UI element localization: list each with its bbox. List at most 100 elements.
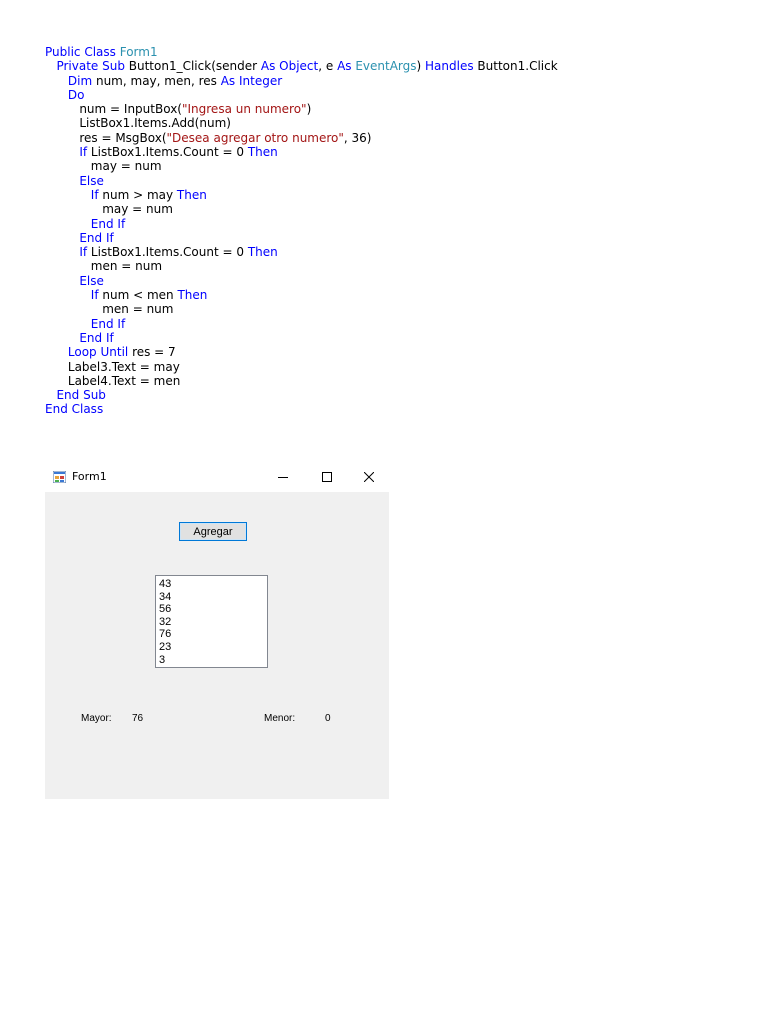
code-token: num = InputBox( — [45, 102, 182, 117]
minimize-button[interactable] — [263, 462, 303, 492]
code-token: , e — [318, 59, 338, 74]
list-item[interactable]: 32 — [159, 616, 267, 629]
code-token: Public Class — [45, 45, 120, 59]
code-line: End If — [45, 317, 558, 331]
code-line: End If — [45, 217, 558, 231]
code-token: If — [90, 288, 103, 303]
code-line: men = num — [45, 259, 558, 273]
list-item[interactable]: 56 — [159, 603, 267, 616]
menor-label: Menor: — [264, 713, 296, 724]
code-token: , 36) — [343, 130, 372, 145]
code-line: End Class — [45, 402, 558, 416]
code-line: men = num — [45, 302, 558, 316]
code-token: men = num — [45, 259, 163, 274]
code-token: If — [90, 187, 103, 202]
maximize-icon — [322, 472, 332, 482]
code-line: End If — [45, 331, 558, 345]
code-token: ListBox1.Items.Add(num) — [45, 116, 231, 131]
code-token: Loop Until — [67, 345, 133, 360]
list-item[interactable]: 76 — [159, 628, 267, 641]
code-token: Button1.Click — [477, 59, 558, 74]
code-token: End If — [90, 316, 126, 331]
code-line: Public Class Form1 — [45, 45, 558, 59]
code-token: num > may — [102, 187, 177, 202]
menor-value: 0 — [325, 713, 331, 724]
code-line: Do — [45, 88, 558, 102]
code-token: ListBox1.Items.Count = 0 — [90, 145, 248, 160]
code-token: Handles — [425, 59, 478, 74]
code-line: Else — [45, 174, 558, 188]
code-line: If ListBox1.Items.Count = 0 Then — [45, 245, 558, 259]
code-token: may = num — [45, 159, 162, 174]
code-line: may = num — [45, 159, 558, 173]
code-line: End Sub — [45, 388, 558, 402]
code-token: Label4.Text = men — [45, 373, 181, 388]
code-line: Label3.Text = may — [45, 360, 558, 374]
code-line: Private Sub Button1_Click(sender As Obje… — [45, 59, 558, 74]
code-line: num = InputBox("Ingresa un numero") — [45, 102, 558, 116]
code-token: men = num — [45, 302, 174, 317]
code-line: End If — [45, 231, 558, 245]
minimize-icon — [278, 476, 288, 478]
numbers-listbox[interactable]: 43 34 56 32 76 23 3 — [155, 575, 268, 668]
code-token: Then — [247, 245, 278, 260]
code-token: res = MsgBox( — [45, 130, 167, 145]
code-token: End If — [79, 230, 114, 245]
list-item[interactable]: 34 — [159, 591, 267, 604]
window-title: Form1 — [72, 470, 107, 483]
code-line: If num > may Then — [45, 188, 558, 202]
code-token: Do — [67, 87, 85, 102]
code-line: Loop Until res = 7 — [45, 345, 558, 359]
code-line: If num < men Then — [45, 288, 558, 302]
close-icon — [364, 472, 374, 482]
code-line: may = num — [45, 202, 558, 216]
code-listing: Public Class Form1 Private Sub Button1_C… — [45, 45, 558, 417]
code-token: Label3.Text = may — [45, 359, 180, 374]
form-client-area: Agregar 43 34 56 32 76 23 3 Mayor: 76 Menor: 0 — [45, 492, 389, 799]
code-token: num, may, men, res — [95, 73, 221, 88]
code-token: num < men — [102, 288, 178, 303]
list-item[interactable]: 43 — [159, 578, 267, 591]
list-item[interactable]: 3 — [159, 654, 267, 667]
code-token: "Ingresa un numero" — [181, 102, 307, 117]
code-token: res = 7 — [132, 345, 176, 360]
code-token: Then — [247, 145, 278, 160]
code-token: Then — [177, 288, 208, 303]
code-line: ListBox1.Items.Add(num) — [45, 116, 558, 130]
code-token: ListBox1.Items.Count = 0 — [90, 245, 248, 260]
code-token: Dim — [67, 73, 96, 88]
code-token: EventArgs — [355, 59, 417, 74]
form-window: Form1 Agregar 43 34 56 32 76 23 3 Mayor: 76 Me… — [45, 462, 389, 799]
code-line: Label4.Text = men — [45, 374, 558, 388]
code-line: res = MsgBox("Desea agregar otro numero"… — [45, 131, 558, 145]
code-token: may = num — [45, 202, 173, 217]
code-token: Private Sub — [56, 59, 129, 74]
code-line: Dim num, may, men, res As Integer — [45, 74, 558, 88]
title-bar[interactable]: Form1 — [45, 462, 389, 492]
code-token: ) — [306, 102, 312, 117]
code-token: "Desea agregar otro numero" — [166, 130, 344, 145]
code-token: As — [260, 59, 280, 74]
list-item[interactable]: 23 — [159, 641, 267, 654]
code-token: Button1_Click(sender — [128, 59, 261, 74]
close-button[interactable] — [349, 462, 389, 492]
code-token: End Sub — [56, 388, 106, 403]
agregar-button[interactable]: Agregar — [179, 522, 247, 541]
code-token: If — [79, 145, 91, 160]
code-token: If — [79, 245, 91, 260]
code-token: Then — [176, 187, 207, 202]
windows-form-icon — [53, 471, 66, 483]
code-token: Else — [79, 273, 104, 288]
maximize-button[interactable] — [307, 462, 347, 492]
